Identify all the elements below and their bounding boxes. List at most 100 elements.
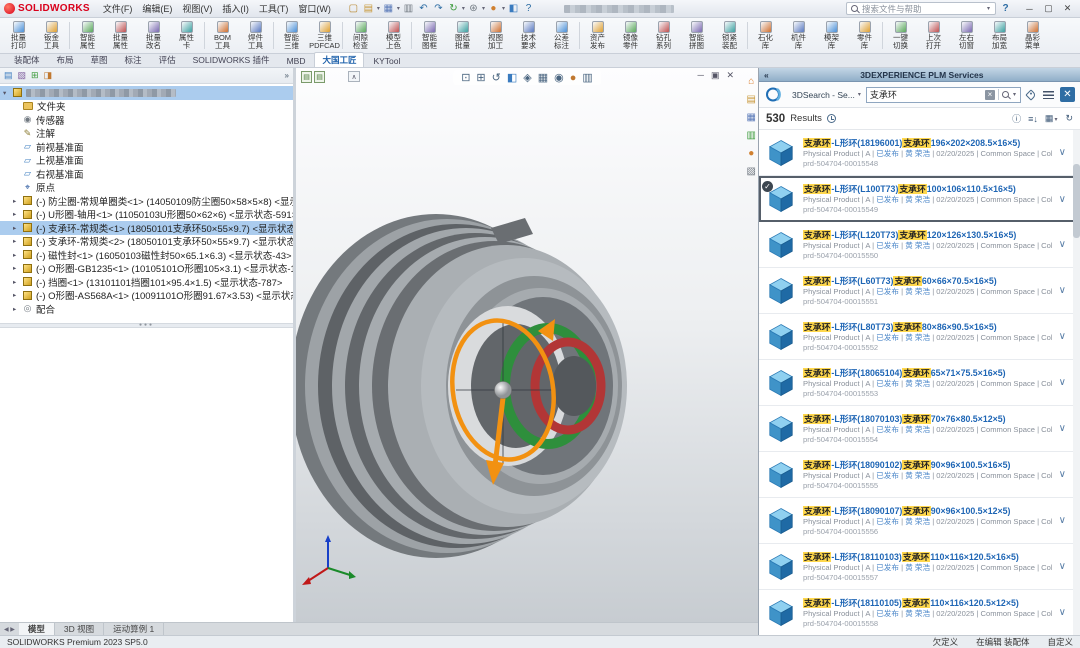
ribbon-button-31[interactable]: 晶彩菜单 xyxy=(1016,19,1049,52)
result-row[interactable]: ✓支承环-L形环(L100T73)支承环100×106×110.5×16×5)P… xyxy=(759,176,1080,222)
save-icon[interactable]: ▦ xyxy=(381,2,396,15)
model-tab-3[interactable]: 运动算例 1 xyxy=(104,623,164,635)
tab-布局[interactable]: 布局 xyxy=(49,52,82,67)
view-palette-icon[interactable]: ▥ xyxy=(747,130,756,141)
chevron-down-icon[interactable]: ∨ xyxy=(1059,377,1066,388)
ribbon-button-7[interactable]: BOM工具 xyxy=(206,19,239,52)
chevron-down-icon[interactable]: ∨ xyxy=(1059,423,1066,434)
settings-icon[interactable]: ⊛ xyxy=(466,2,481,15)
search-icon[interactable] xyxy=(1002,91,1009,98)
chevron-down-icon[interactable]: ∨ xyxy=(1059,515,1066,526)
edit-appearance-icon[interactable]: ● xyxy=(570,72,577,84)
ribbon-button-5[interactable]: 批量改名 xyxy=(137,19,170,52)
menu-item[interactable]: 编辑(E) xyxy=(137,1,177,16)
appearance-icon[interactable]: ● xyxy=(486,2,501,15)
chevron-down-icon[interactable]: ∨ xyxy=(1059,607,1066,618)
ribbon-button-22[interactable]: 锁紧装配 xyxy=(713,19,746,52)
model-tab-2[interactable]: 3D 视图 xyxy=(55,623,104,635)
menu-item[interactable]: 工具(T) xyxy=(254,1,294,16)
tab-KYTool[interactable]: KYTool xyxy=(365,54,408,67)
model-tab-1[interactable]: 模型 xyxy=(19,623,55,635)
result-row[interactable]: 支承环-L形环(18090107)支承环90×96×100.5×12×5)Phy… xyxy=(759,498,1080,544)
rebuild-icon[interactable]: ↻ xyxy=(446,2,461,15)
display-manager-icon[interactable]: ◨ xyxy=(44,70,53,81)
settings-icon-caret[interactable]: ▾ xyxy=(482,5,485,12)
expander-icon[interactable]: ▸ xyxy=(13,291,22,299)
panel-splitter-handle[interactable]: ●●● xyxy=(0,323,293,328)
expander-icon[interactable]: ▾ xyxy=(3,89,12,97)
ribbon-button-19[interactable]: 镜像零件 xyxy=(614,19,647,52)
tab-装配体[interactable]: 装配体 xyxy=(6,52,48,67)
expander-icon[interactable]: ▸ xyxy=(13,237,22,245)
previous-view-icon[interactable]: ↺ xyxy=(492,71,501,84)
ribbon-button-17[interactable]: 公差标注 xyxy=(545,19,578,52)
help-icon[interactable]: ? xyxy=(521,2,536,15)
menu-item[interactable]: 窗口(W) xyxy=(293,1,336,16)
result-row[interactable]: 支承环-L形环(18090102)支承环90×96×100.5×16×5)Phy… xyxy=(759,452,1080,498)
tree-item[interactable]: ▸(-) 支承环-常规类<1> (18050101支承环50×55×9.7) <… xyxy=(0,221,293,235)
help-icon[interactable]: ? xyxy=(998,2,1013,15)
minimize-button[interactable]: ─ xyxy=(1021,2,1038,15)
app-search-input[interactable] xyxy=(862,4,982,14)
design-library-icon[interactable]: ▤ xyxy=(747,94,756,105)
ribbon-button-29[interactable]: 左右切窗 xyxy=(950,19,983,52)
tree-item[interactable]: ▸(-) 磁性封<1> (16050103磁性封50×65.1×6.3) <显示… xyxy=(0,248,293,262)
view-orientation-icon[interactable]: ◈ xyxy=(523,71,531,84)
tab-评估[interactable]: 评估 xyxy=(151,52,184,67)
zoom-area-icon[interactable]: ⊞ xyxy=(476,71,485,84)
status-customize[interactable]: 自定义 xyxy=(1047,636,1073,648)
configuration-tab-icon[interactable]: ⊞ xyxy=(31,70,39,81)
expander-icon[interactable]: ▸ xyxy=(13,264,22,272)
ribbon-button-30[interactable]: 布局加宽 xyxy=(983,19,1016,52)
tab-标注[interactable]: 标注 xyxy=(117,52,150,67)
ribbon-button-13[interactable]: 智能图框 xyxy=(413,19,446,52)
menu-item[interactable]: 视图(V) xyxy=(177,1,217,16)
result-row[interactable]: 支承环-L形环(L60T73)支承环60×66×70.5×16×5)Physic… xyxy=(759,268,1080,314)
ribbon-button-15[interactable]: 视图加工 xyxy=(479,19,512,52)
ribbon-button-2[interactable]: 钣金工具 xyxy=(35,19,68,52)
result-row[interactable]: 支承环-L形环(18070103)支承环70×76×80.5×12×5)Phys… xyxy=(759,406,1080,452)
tree-item[interactable]: 文件夹 xyxy=(0,100,293,114)
ribbon-button-6[interactable]: 属性卡 xyxy=(170,19,203,52)
ribbon-button-18[interactable]: 资产发布 xyxy=(581,19,614,52)
plm-search-input[interactable] xyxy=(870,90,982,100)
expander-icon[interactable]: ▸ xyxy=(13,197,22,205)
undo-icon[interactable]: ↶ xyxy=(416,2,431,15)
tree-item[interactable]: ▸◎配合 xyxy=(0,302,293,316)
collapse-arrow-icon[interactable]: ∧ xyxy=(348,71,360,82)
doc-close-icon[interactable]: ✕ xyxy=(726,70,734,81)
expander-icon[interactable]: ▸ xyxy=(13,251,22,259)
plm-search-box[interactable]: × ▾ xyxy=(866,87,1021,103)
tree-item[interactable]: ✎注解 xyxy=(0,127,293,141)
chevron-down-icon[interactable]: ∨ xyxy=(1059,194,1066,205)
ribbon-button-21[interactable]: 智能拼图 xyxy=(680,19,713,52)
expander-icon[interactable]: ▸ xyxy=(13,210,22,218)
refresh-icon[interactable]: ↻ xyxy=(1065,113,1073,124)
grid-view-icon[interactable]: ▦▾ xyxy=(1045,113,1059,124)
doc-minimize-icon[interactable]: ─ xyxy=(698,70,704,81)
feature-tree-tab-icon[interactable]: ▤ xyxy=(4,70,13,81)
ribbon-button-24[interactable]: 机件库 xyxy=(782,19,815,52)
search-scope-select[interactable]: 3DSearch - Se... ▾ xyxy=(792,90,862,100)
ribbon-button-25[interactable]: 模架库 xyxy=(815,19,848,52)
ribbon-button-3[interactable]: 智能属性 xyxy=(71,19,104,52)
tree-item[interactable]: ▸(-) 防尘圈-常规单圈类<1> (14050109防尘圈50×58×5×8)… xyxy=(0,194,293,208)
ribbon-button-12[interactable]: 模型上色 xyxy=(377,19,410,52)
doc-restore-icon[interactable]: ▣ xyxy=(711,70,720,81)
ribbon-button-26[interactable]: 零件库 xyxy=(848,19,881,52)
ribbon-button-16[interactable]: 技术要求 xyxy=(512,19,545,52)
home-icon[interactable]: ⌂ xyxy=(748,76,754,87)
hide-show-icon[interactable]: ◉ xyxy=(554,71,564,84)
new-icon[interactable]: ▢ xyxy=(346,2,361,15)
close-panel-button[interactable]: ✕ xyxy=(1060,87,1075,102)
tree-item[interactable]: ▸(-) O形圈-GB1235<1> (10105101O形圈105×3.1) … xyxy=(0,262,293,276)
tree-item[interactable]: ▾ xyxy=(0,86,293,100)
properties-icon[interactable]: ▧ xyxy=(747,166,756,177)
history-clock-icon[interactable] xyxy=(827,114,836,123)
appearance-icon-caret[interactable]: ▾ xyxy=(502,5,505,12)
property-tab-icon[interactable]: ▧ xyxy=(18,70,27,81)
app-search-box[interactable]: ▾ xyxy=(846,2,996,15)
result-row[interactable]: 支承环-L形环(18110103)支承环110×116×120.5×16×5)P… xyxy=(759,544,1080,590)
ribbon-button-4[interactable]: 批量属性 xyxy=(104,19,137,52)
expander-icon[interactable]: ▸ xyxy=(13,278,22,286)
